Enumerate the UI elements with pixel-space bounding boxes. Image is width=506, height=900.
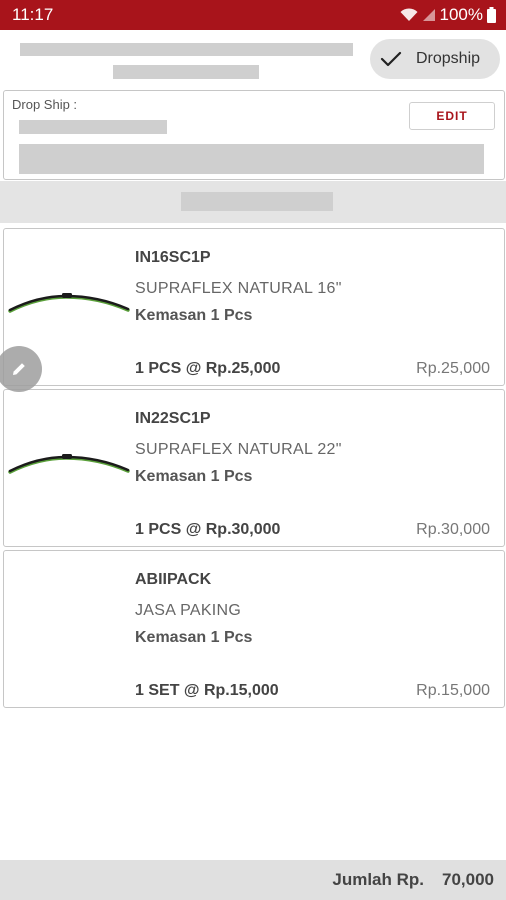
wiper-blade-image (8, 293, 130, 313)
item-pack: Kemasan 1 Pcs (135, 629, 253, 646)
order-item-card[interactable]: IN16SC1P SUPRAFLEX NATURAL 16" Kemasan 1… (3, 228, 505, 386)
item-qty-price: 1 PCS @ Rp.25,000 (135, 360, 281, 377)
item-total: Rp.30,000 (416, 521, 490, 538)
redacted-customer-detail (113, 65, 259, 79)
item-qty-price: 1 PCS @ Rp.30,000 (135, 521, 281, 538)
redacted-dropship-address (19, 144, 484, 174)
dropship-title: Drop Ship : (12, 97, 78, 112)
total-value: 70,000 (442, 870, 494, 889)
item-total: Rp.25,000 (416, 360, 490, 377)
item-name: SUPRAFLEX NATURAL 16" (135, 280, 342, 297)
status-time: 11:17 (12, 5, 54, 24)
wifi-icon (400, 8, 418, 21)
redacted-customer-name (20, 43, 353, 56)
total-label: Jumlah Rp. (332, 870, 424, 889)
item-name: SUPRAFLEX NATURAL 22" (135, 441, 342, 458)
order-item-card[interactable]: ABIIPACK JASA PAKING Kemasan 1 Pcs 1 SET… (3, 550, 505, 708)
item-pack: Kemasan 1 Pcs (135, 468, 253, 485)
pencil-icon (13, 363, 25, 375)
order-item-card[interactable]: IN22SC1P SUPRAFLEX NATURAL 22" Kemasan 1… (3, 389, 505, 547)
battery-percent: 100% (439, 5, 483, 24)
redacted-section-label (181, 192, 333, 211)
item-name: JASA PAKING (135, 602, 242, 619)
section-bar (0, 181, 506, 223)
item-qty-price: 1 SET @ Rp.15,000 (135, 682, 279, 699)
item-pack: Kemasan 1 Pcs (135, 307, 253, 324)
check-icon (380, 51, 402, 67)
dropship-box: Drop Ship : EDIT (3, 90, 505, 180)
item-code: ABIIPACK (135, 571, 212, 588)
footer-total-bar: Jumlah Rp. 70,000 (0, 860, 506, 900)
item-code: IN16SC1P (135, 249, 211, 266)
dropship-toggle[interactable]: Dropship (370, 39, 500, 79)
redacted-dropship-name (19, 120, 167, 134)
signal-icon (422, 9, 435, 21)
edit-button[interactable]: EDIT (409, 102, 495, 130)
status-icons: 100% (400, 5, 496, 25)
dropship-toggle-label: Dropship (416, 50, 481, 67)
header: Dropship (0, 30, 506, 90)
status-bar: 11:17 100% (0, 0, 506, 30)
wiper-blade-image (8, 454, 130, 474)
item-code: IN22SC1P (135, 410, 211, 427)
battery-icon (487, 7, 496, 23)
item-total: Rp.15,000 (416, 682, 490, 699)
